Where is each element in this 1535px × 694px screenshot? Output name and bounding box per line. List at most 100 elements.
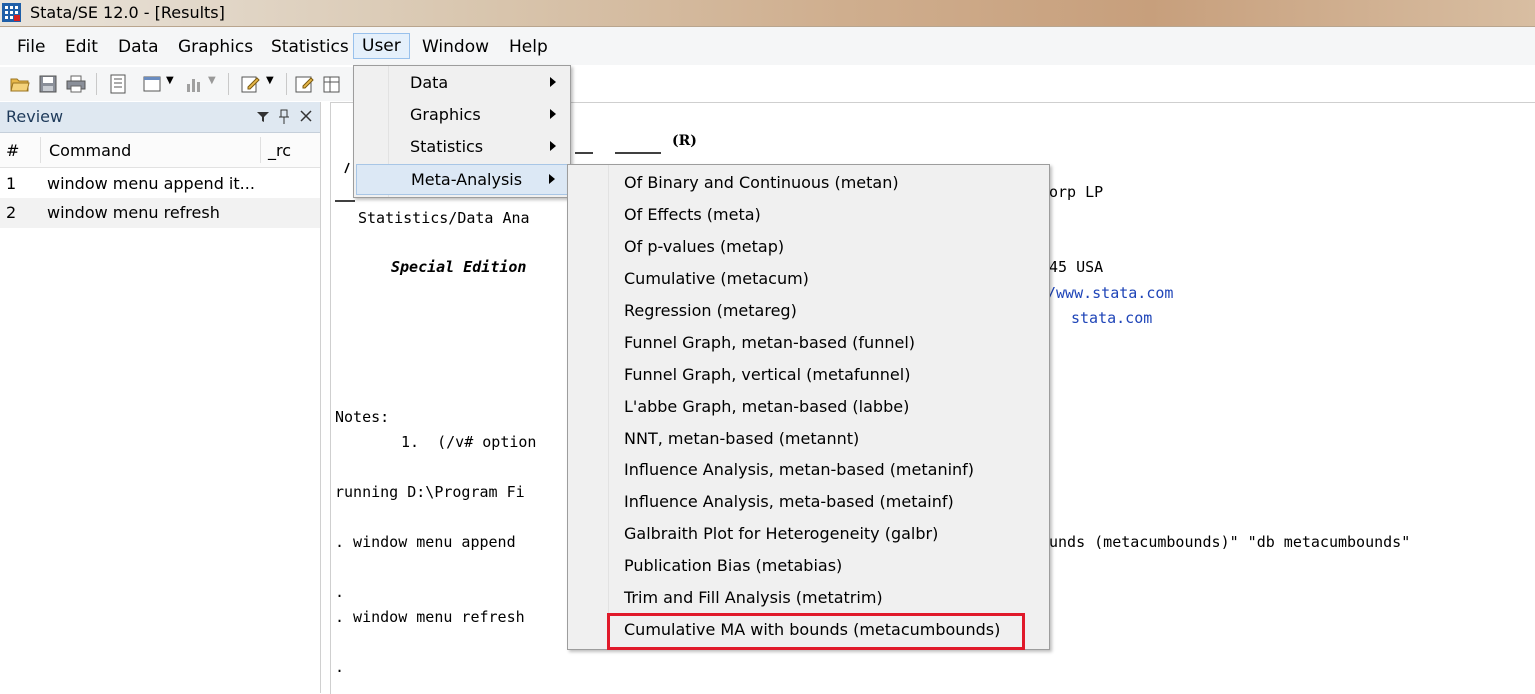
menu-graphics[interactable]: Graphics xyxy=(172,35,259,59)
submenu-arrow-icon xyxy=(550,141,556,151)
filter-icon[interactable] xyxy=(256,110,270,124)
menu-item-label: Funnel Graph, vertical (metafunnel) xyxy=(624,365,911,384)
menu-data[interactable]: Data xyxy=(112,35,165,59)
meta-item-metabias[interactable]: Publication Bias (metabias) xyxy=(570,551,1047,581)
menu-item-label: Cumulative (metacum) xyxy=(624,269,809,288)
review-header: Review xyxy=(0,102,320,133)
results-text: . xyxy=(335,658,345,676)
toolbar-separator xyxy=(228,73,229,95)
results-text: Statistics/Data Ana xyxy=(358,209,530,227)
toolbar: ▼ ▼ ▼ xyxy=(0,67,360,101)
save-icon[interactable] xyxy=(38,74,58,94)
pin-icon[interactable] xyxy=(278,109,290,125)
menu-item-label: Influence Analysis, meta-based (metainf) xyxy=(624,492,954,511)
review-row-num: 2 xyxy=(6,203,17,222)
meta-item-funnel[interactable]: Funnel Graph, metan-based (funnel) xyxy=(570,328,1047,358)
results-text: . xyxy=(335,583,345,601)
toolbar-separator xyxy=(286,73,287,95)
open-folder-icon[interactable] xyxy=(10,74,30,94)
submenu-arrow-icon xyxy=(549,174,555,184)
meta-item-metareg[interactable]: Regression (metareg) xyxy=(570,296,1047,326)
menu-file[interactable]: File xyxy=(11,35,51,59)
column-divider xyxy=(260,137,261,163)
user-menu-statistics[interactable]: Statistics xyxy=(356,132,568,162)
results-text: 1. (/v# option xyxy=(401,433,537,451)
results-link[interactable]: /www.stata.com xyxy=(1047,284,1173,302)
menu-help[interactable]: Help xyxy=(503,35,554,59)
submenu-arrow-icon xyxy=(550,109,556,119)
menu-item-label: Trim and Fill Analysis (metatrim) xyxy=(624,588,883,607)
print-icon[interactable] xyxy=(66,74,86,94)
menu-item-label: Publication Bias (metabias) xyxy=(624,556,843,575)
chevron-down-icon[interactable]: ▼ xyxy=(266,75,286,95)
submenu-arrow-icon xyxy=(550,77,556,87)
do-file-editor-icon[interactable] xyxy=(240,74,260,94)
results-text: 45 USA xyxy=(1049,258,1104,276)
menu-item-label: L'abbe Graph, metan-based (labbe) xyxy=(624,397,910,416)
viewer-icon[interactable] xyxy=(142,74,162,94)
data-browser-icon[interactable] xyxy=(322,74,342,94)
menu-item-label: Meta-Analysis xyxy=(411,170,523,189)
meta-item-meta[interactable]: Of Effects (meta) xyxy=(570,200,1047,230)
meta-item-metaninf[interactable]: Influence Analysis, metan-based (metanin… xyxy=(570,455,1047,485)
menu-item-label: Influence Analysis, metan-based (metanin… xyxy=(624,460,975,479)
menu-item-label: Of Binary and Continuous (metan) xyxy=(624,173,899,192)
review-row[interactable]: 2 window menu refresh xyxy=(0,198,320,228)
close-icon[interactable] xyxy=(300,110,312,122)
chevron-down-icon[interactable]: ▼ xyxy=(208,75,228,95)
results-text: orp LP xyxy=(1049,183,1104,201)
review-row-command: window menu append it... xyxy=(47,174,255,193)
results-text: Notes: xyxy=(335,408,390,426)
review-row[interactable]: 1 window menu append it... xyxy=(0,169,320,199)
results-command: unds (metacumbounds)" "db metacumbounds" xyxy=(1049,533,1411,551)
menu-statistics[interactable]: Statistics xyxy=(265,35,355,59)
user-menu: Data Graphics Statistics Meta-Analysis xyxy=(353,65,571,198)
meta-item-metan[interactable]: Of Binary and Continuous (metan) xyxy=(570,168,1047,198)
window-title: Stata/SE 12.0 - [Results] xyxy=(30,3,225,22)
chevron-down-icon[interactable]: ▼ xyxy=(166,75,186,95)
column-command[interactable]: Command xyxy=(49,141,131,160)
meta-item-metap[interactable]: Of p-values (metap) xyxy=(570,232,1047,262)
graph-icon[interactable] xyxy=(184,74,204,94)
data-editor-icon[interactable] xyxy=(294,74,314,94)
meta-item-metainf[interactable]: Influence Analysis, meta-based (metainf) xyxy=(570,487,1047,517)
review-row-command: window menu refresh xyxy=(47,203,220,222)
column-rc[interactable]: _rc xyxy=(268,141,291,160)
column-num[interactable]: # xyxy=(6,141,19,160)
menu-item-label: Galbraith Plot for Heterogeneity (galbr) xyxy=(624,524,939,543)
menu-item-label: Graphics xyxy=(410,105,481,124)
registered-mark: (R) xyxy=(672,133,697,149)
results-text: running D:\Program Fi xyxy=(335,483,525,501)
menu-item-label: NNT, metan-based (metannt) xyxy=(624,429,860,448)
log-icon[interactable] xyxy=(108,74,128,94)
results-command: . window menu refresh xyxy=(335,608,525,626)
results-text: Special Edition xyxy=(391,258,527,276)
review-row-num: 1 xyxy=(6,174,17,193)
title-bar: Stata/SE 12.0 - [Results] xyxy=(0,0,1535,27)
meta-item-metacum[interactable]: Cumulative (metacum) xyxy=(570,264,1047,294)
meta-item-metatrim[interactable]: Trim and Fill Analysis (metatrim) xyxy=(570,583,1047,613)
toolbar-separator xyxy=(96,73,97,95)
highlight-annotation-box xyxy=(607,613,1025,650)
review-pane: Review # Command _rc 1 window menu appen… xyxy=(0,102,321,693)
meta-item-metannt[interactable]: NNT, metan-based (metannt) xyxy=(570,424,1047,454)
column-divider xyxy=(40,137,41,163)
meta-item-metafunnel[interactable]: Funnel Graph, vertical (metafunnel) xyxy=(570,360,1047,390)
user-menu-graphics[interactable]: Graphics xyxy=(356,100,568,130)
results-link[interactable]: stata.com xyxy=(1071,309,1152,327)
menu-item-label: Of p-values (metap) xyxy=(624,237,785,256)
stata-app-icon xyxy=(2,3,21,22)
menu-user[interactable]: User xyxy=(353,33,410,59)
menu-window[interactable]: Window xyxy=(416,35,495,59)
menu-item-label: Of Effects (meta) xyxy=(624,205,761,224)
user-menu-data[interactable]: Data xyxy=(356,68,568,98)
menu-edit[interactable]: Edit xyxy=(59,35,104,59)
results-command: . window menu append xyxy=(335,533,516,551)
meta-item-labbe[interactable]: L'abbe Graph, metan-based (labbe) xyxy=(570,392,1047,422)
meta-analysis-submenu: Of Binary and Continuous (metan) Of Effe… xyxy=(567,164,1050,650)
meta-item-galbr[interactable]: Galbraith Plot for Heterogeneity (galbr) xyxy=(570,519,1047,549)
menu-item-label: Statistics xyxy=(410,137,484,156)
review-column-header: # Command _rc xyxy=(0,133,320,168)
user-menu-meta-analysis[interactable]: Meta-Analysis xyxy=(356,164,568,195)
menu-item-label: Regression (metareg) xyxy=(624,301,797,320)
